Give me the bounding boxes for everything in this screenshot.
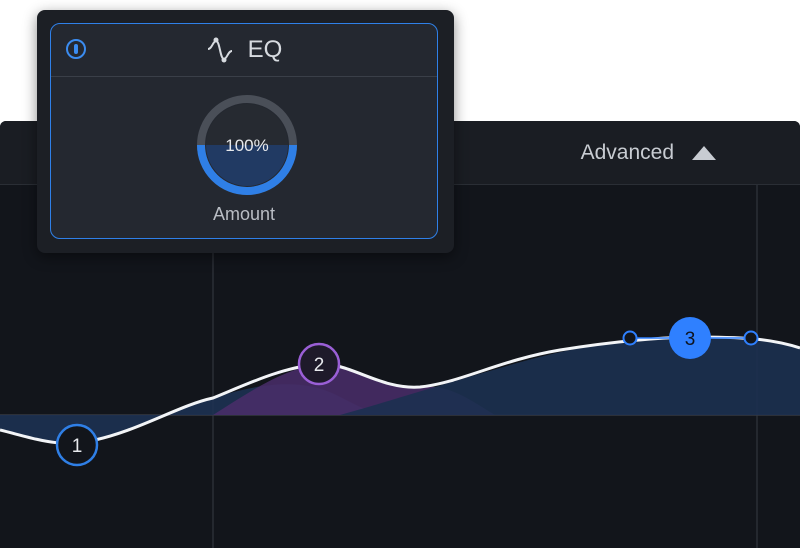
band-1-label: 1 (72, 436, 83, 457)
band-3-q-handle-right[interactable] (743, 330, 759, 346)
band-3-q-handle-left[interactable] (622, 330, 638, 346)
band-node-3[interactable]: 3 (669, 317, 711, 359)
band-2-label: 2 (314, 355, 325, 376)
amount-value: 100% (225, 136, 269, 155)
popup-title-text: EQ (247, 36, 283, 63)
amount-label: Amount (212, 204, 276, 224)
band-node-1[interactable]: 1 (55, 423, 99, 467)
band-3-label: 3 (685, 329, 696, 350)
eq-popup-panel: EQ 100% Amount (50, 23, 438, 239)
band-node-2[interactable]: 2 (297, 342, 341, 386)
popup-titlebar: EQ (51, 24, 437, 77)
eq-icon (207, 37, 232, 63)
eq-popup: EQ 100% Amount (37, 10, 454, 253)
popup-title: EQ (51, 35, 437, 65)
